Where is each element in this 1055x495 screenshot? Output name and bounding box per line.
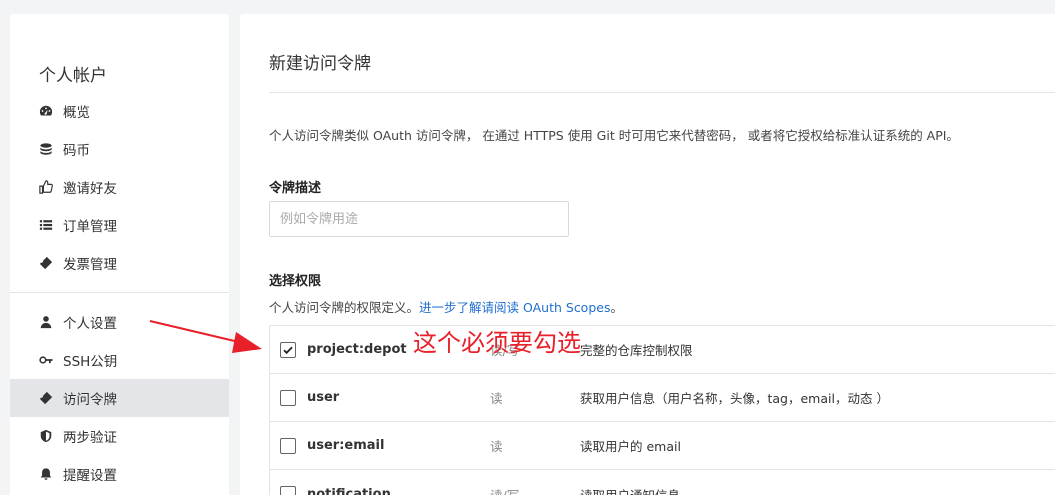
annotation-arrow	[149, 320, 262, 353]
annotation-text: 这个必须要勾选	[413, 329, 581, 357]
